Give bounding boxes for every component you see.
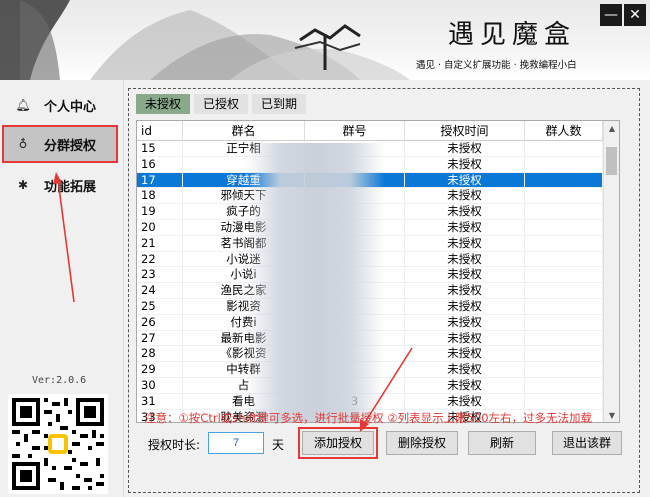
cell-auth-time: 未授权 [405, 346, 525, 362]
cell-member-count [525, 188, 603, 204]
column-header-auth-time[interactable]: 授权时间 [405, 121, 525, 141]
cell-member-count [525, 393, 603, 409]
cell-auth-time: 未授权 [405, 393, 525, 409]
cell-auth-time: 未授权 [405, 172, 525, 188]
cell-member-count [525, 141, 603, 156]
table-scrollbar[interactable]: ▲ ▼ [603, 121, 619, 422]
cell-auth-time: 未授权 [405, 188, 525, 204]
delete-auth-button[interactable]: 删除授权 [386, 431, 458, 455]
cell-auth-time: 未授权 [405, 314, 525, 330]
cell-auth-time: 未授权 [405, 283, 525, 298]
version-label: Ver:2.0.6 [32, 375, 87, 386]
cell-id: 20 [137, 219, 183, 235]
cell-id: 24 [137, 283, 183, 298]
cell-member-count [525, 314, 603, 330]
cell-member-count [525, 235, 603, 251]
sidebar-item-group-auth[interactable]: ♁ 分群授权 [2, 125, 118, 163]
cell-id: 26 [137, 314, 183, 330]
cell-id: 31 [137, 393, 183, 409]
column-header-member-count[interactable]: 群人数 [525, 121, 603, 141]
sidebar-item-extensions[interactable]: ✱ 功能拓展 [4, 168, 116, 202]
bottom-toolbar: 授权时长: 天 添加授权 删除授权 刷新 退出该群 [124, 427, 650, 460]
minimize-button[interactable]: — [600, 4, 622, 26]
cell-id: 19 [137, 204, 183, 219]
duration-input[interactable] [208, 432, 264, 454]
cell-member-count [525, 362, 603, 377]
cell-id: 23 [137, 267, 183, 283]
cell-id: 15 [137, 141, 183, 156]
duration-unit: 天 [272, 438, 285, 452]
ink-mountain-art [0, 0, 410, 80]
cell-member-count [525, 156, 603, 172]
table-header: id 群名 群号 授权时间 群人数 [137, 121, 619, 141]
cell-id: 16 [137, 156, 183, 172]
cell-id: 18 [137, 188, 183, 204]
cell-member-count [525, 283, 603, 298]
status-tabs: 未授权 已授权 已到期 [136, 94, 307, 114]
cell-id: 30 [137, 377, 183, 393]
cell-auth-time: 未授权 [405, 377, 525, 393]
sidebar-item-label: 分群授权 [44, 138, 97, 154]
tab-unauthorized[interactable]: 未授权 [136, 94, 191, 114]
cell-auth-time: 未授权 [405, 235, 525, 251]
duration-label: 授权时长: [148, 438, 201, 452]
cell-auth-time: 未授权 [405, 362, 525, 377]
cell-member-count [525, 377, 603, 393]
app-subtitle: 遇见 · 自定义扩展功能 · 挽救编程小白 [416, 60, 577, 71]
scroll-up-arrow-icon[interactable]: ▲ [604, 121, 619, 137]
cell-member-count [525, 172, 603, 188]
cell-member-count [525, 267, 603, 283]
add-auth-button[interactable]: 添加授权 [298, 427, 378, 459]
cell-member-count [525, 219, 603, 235]
cell-auth-time: 未授权 [405, 267, 525, 283]
cell-auth-time: 未授权 [405, 219, 525, 235]
cell-id: 29 [137, 362, 183, 377]
tab-expired[interactable]: 已到期 [252, 94, 307, 114]
cell-auth-time: 未授权 [405, 298, 525, 314]
sidebar-item-label: 个人中心 [44, 99, 97, 115]
cell-auth-time: 未授权 [405, 156, 525, 172]
cell-id: 25 [137, 298, 183, 314]
scroll-thumb[interactable] [606, 147, 617, 175]
header-banner: 遇见魔盒 遇见 · 自定义扩展功能 · 挽救编程小白 — ✕ [0, 0, 650, 80]
cell-member-count [525, 330, 603, 346]
cell-member-count [525, 251, 603, 267]
cell-member-count [525, 204, 603, 219]
app-window: 遇见魔盒 遇见 · 自定义扩展功能 · 挽救编程小白 — ✕ 🔔︎ 个人中心 ♁… [0, 0, 650, 497]
sidebar-item-personal-center[interactable]: 🔔︎ 个人中心 [4, 88, 116, 122]
minimize-icon: — [604, 7, 618, 23]
scroll-down-arrow-icon[interactable]: ▼ [604, 408, 619, 422]
cell-id: 27 [137, 330, 183, 346]
privacy-blur [245, 143, 385, 422]
cell-id: 21 [137, 235, 183, 251]
cell-id: 22 [137, 251, 183, 267]
cell-auth-time: 未授权 [405, 141, 525, 156]
column-header-name[interactable]: 群名 [183, 121, 305, 141]
cell-member-count [525, 298, 603, 314]
column-header-number[interactable]: 群号 [305, 121, 405, 141]
leave-group-button[interactable]: 退出该群 [552, 431, 622, 455]
bag-icon: ♁ [18, 137, 28, 151]
close-icon: ✕ [629, 7, 641, 23]
tab-authorized[interactable]: 已授权 [194, 94, 249, 114]
cell-auth-time: 未授权 [405, 251, 525, 267]
cell-auth-time: 未授权 [405, 330, 525, 346]
close-button[interactable]: ✕ [624, 4, 646, 26]
sidebar: 🔔︎ 个人中心 ♁ 分群授权 ✱ 功能拓展 Ver:2.0.6 [0, 80, 124, 497]
cell-member-count [525, 346, 603, 362]
notice-text: 注意：①按Ctrl或shift键可多选，进行批量授权 ②列表显示上限500左右，… [144, 411, 593, 425]
cell-auth-time: 未授权 [405, 204, 525, 219]
refresh-button[interactable]: 刷新 [468, 431, 536, 455]
sidebar-item-label: 功能拓展 [44, 179, 97, 195]
main-panel: 未授权 已授权 已到期 id 群名 群号 授权时间 群人数 15 正宁相 未授权 16… [124, 80, 650, 497]
cell-id: 28 [137, 346, 183, 362]
bell-icon: 🔔︎ [15, 98, 31, 112]
app-title: 遇见魔盒 [448, 20, 577, 50]
cell-id: 17 [137, 172, 183, 188]
column-header-id[interactable]: id [137, 121, 183, 141]
qr-code-image [8, 394, 108, 494]
group-table[interactable]: id 群名 群号 授权时间 群人数 15 正宁相 未授权 16 未授权 17 穿越重 未授权 1… [136, 120, 620, 423]
puzzle-icon: ✱ [17, 178, 29, 192]
